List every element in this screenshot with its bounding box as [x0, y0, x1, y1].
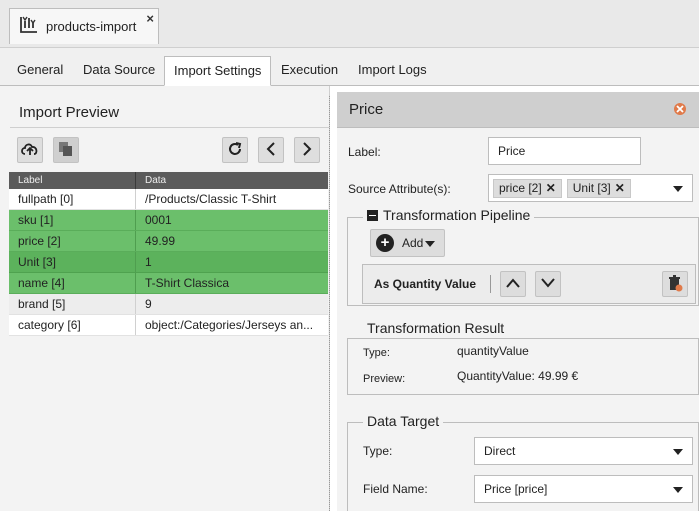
import-definition-icon — [18, 15, 40, 38]
panel-header: Price — [337, 92, 699, 128]
tab-data-source[interactable]: Data Source — [74, 56, 164, 86]
row-label: sku [1] — [9, 210, 136, 230]
divider — [10, 127, 330, 128]
tab-execution[interactable]: Execution — [272, 56, 347, 86]
import-preview-panel: Import Preview Label Data fullpath [0] /… — [0, 86, 330, 511]
table-row[interactable]: Unit [3] 1 — [9, 252, 328, 273]
table-row[interactable]: sku [1] 0001 — [9, 210, 328, 231]
copy-icon — [58, 141, 74, 160]
add-step-label: Add — [402, 236, 424, 250]
trash-icon — [667, 274, 683, 295]
source-tag-label: Unit [3] — [572, 180, 611, 195]
table-row[interactable]: price [2] 49.99 — [9, 231, 328, 252]
close-tab-icon[interactable]: × — [146, 11, 154, 26]
source-attributes-field[interactable]: price [2] ✕ Unit [3] ✕ — [488, 174, 693, 202]
pipeline-step: As Quantity Value — [362, 264, 696, 304]
add-step-button[interactable]: + Add — [370, 229, 445, 257]
result-legend: Transformation Result — [363, 320, 509, 336]
move-up-button[interactable] — [500, 271, 526, 297]
target-type-caption: Type: — [363, 444, 393, 458]
cloud-upload-icon — [20, 141, 40, 160]
label-input[interactable]: Price — [488, 137, 641, 165]
chevron-down-icon — [673, 487, 683, 493]
chevron-down-icon — [673, 449, 683, 455]
column-header-data[interactable]: Data — [136, 172, 166, 189]
target-type-value: Direct — [484, 444, 516, 458]
plus-icon: + — [376, 234, 394, 252]
row-data: object:/Categories/Jerseys an... — [145, 318, 314, 332]
next-record-button[interactable] — [294, 137, 320, 163]
row-data: 9 — [145, 297, 152, 311]
tab-import-settings[interactable]: Import Settings — [164, 56, 272, 86]
copy-preview-button[interactable] — [53, 137, 79, 163]
chevron-down-icon — [425, 241, 435, 247]
result-type-caption: Type: — [363, 347, 390, 359]
field-name-value: Price [price] — [484, 482, 548, 496]
settings-tab-bar: General Data Source Import Settings Exec… — [0, 48, 699, 86]
row-data: 1 — [145, 255, 152, 269]
row-data: 49.99 — [145, 234, 176, 248]
column-header-label[interactable]: Label — [9, 172, 136, 189]
tab-general[interactable]: General — [8, 56, 72, 86]
chevron-up-icon — [505, 277, 521, 292]
result-preview-caption: Preview: — [363, 373, 406, 385]
remove-tag-icon[interactable]: ✕ — [615, 181, 625, 195]
result-preview-value: QuantityValue: 49.99 € — [457, 369, 579, 383]
source-tag-label: price [2] — [499, 180, 542, 195]
target-type-select[interactable]: Direct — [474, 437, 693, 465]
row-label: name [4] — [9, 273, 136, 293]
row-data: /Products/Classic T-Shirt — [145, 192, 277, 206]
refresh-icon — [227, 141, 243, 160]
grid-header: Label Data — [9, 172, 328, 189]
row-label: Unit [3] — [9, 252, 136, 272]
chevron-down-icon[interactable] — [673, 186, 683, 192]
row-label: brand [5] — [9, 294, 136, 314]
row-label: category [6] — [9, 315, 136, 335]
move-down-button[interactable] — [535, 271, 561, 297]
collapse-icon[interactable] — [367, 209, 378, 221]
row-data: T-Shirt Classica — [145, 276, 230, 290]
step-label: As Quantity Value — [374, 277, 477, 291]
row-data: 0001 — [145, 213, 172, 227]
source-tag[interactable]: price [2] ✕ — [493, 178, 562, 198]
table-row[interactable]: brand [5] 9 — [9, 294, 328, 315]
data-target-legend: Data Target — [363, 413, 444, 429]
document-tab-strip: products-import × — [0, 0, 699, 48]
pipeline-legend: Transformation Pipeline — [363, 207, 535, 223]
upload-preview-button[interactable] — [17, 137, 43, 163]
table-row[interactable]: category [6] object:/Categories/Jerseys … — [9, 315, 328, 336]
delete-step-button[interactable] — [662, 271, 688, 297]
import-preview-title: Import Preview — [19, 104, 120, 121]
remove-tag-icon[interactable]: ✕ — [546, 181, 556, 195]
preview-grid: Label Data fullpath [0] /Products/Classi… — [9, 172, 328, 336]
row-label: fullpath [0] — [9, 189, 136, 209]
chevron-right-icon — [301, 141, 313, 160]
column-config-panel: Price Label: Price Source Attribute(s): … — [337, 92, 699, 511]
label-caption: Label: — [348, 145, 381, 159]
tab-import-logs[interactable]: Import Logs — [349, 56, 436, 86]
source-tag[interactable]: Unit [3] ✕ — [566, 178, 631, 198]
pipeline-legend-text: Transformation Pipeline — [383, 207, 531, 223]
chevron-left-icon — [265, 141, 277, 160]
field-name-select[interactable]: Price [price] — [474, 475, 693, 503]
panel-splitter[interactable] — [329, 96, 333, 511]
field-name-caption: Field Name: — [363, 482, 428, 496]
previous-record-button[interactable] — [258, 137, 284, 163]
close-panel-icon[interactable] — [673, 102, 687, 116]
table-row[interactable]: fullpath [0] /Products/Classic T-Shirt — [9, 189, 328, 210]
step-divider — [490, 275, 491, 293]
document-tab-products-import[interactable]: products-import × — [9, 8, 159, 44]
source-attributes-caption: Source Attribute(s): — [348, 182, 451, 196]
refresh-button[interactable] — [222, 137, 248, 163]
result-type-value: quantityValue — [457, 344, 529, 358]
table-row[interactable]: name [4] T-Shirt Classica — [9, 273, 328, 294]
panel-title: Price — [349, 101, 384, 118]
row-label: price [2] — [9, 231, 136, 251]
chevron-down-icon — [540, 277, 556, 292]
document-tab-title: products-import — [46, 19, 137, 34]
